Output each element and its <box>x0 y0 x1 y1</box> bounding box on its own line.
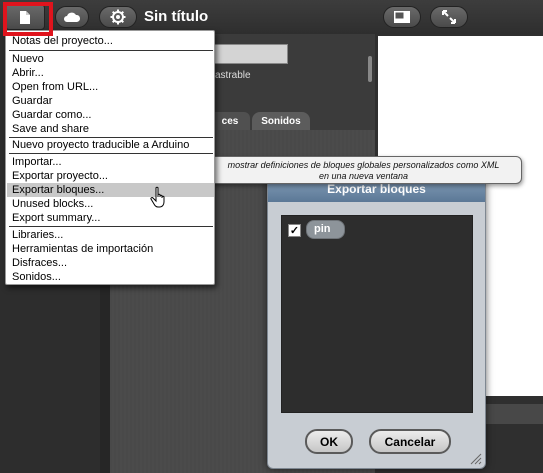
ok-button[interactable]: OK <box>305 429 353 454</box>
gear-icon <box>110 9 126 25</box>
settings-button[interactable] <box>99 6 137 28</box>
menu-item-save[interactable]: Guardar <box>12 94 214 108</box>
menu-item-save-as[interactable]: Guardar como... <box>12 108 214 122</box>
file-menu-button[interactable] <box>5 4 45 30</box>
export-blocks-dialog: Exportar bloques ✓ pin OK Cancelar <box>267 179 486 469</box>
block-checkbox-pin[interactable]: ✓ <box>288 224 301 237</box>
menu-separator <box>9 153 213 154</box>
menu-item-new-arduino-project[interactable]: Nuevo proyecto traducible a Arduino <box>12 138 214 152</box>
file-icon <box>20 10 30 24</box>
menu-item-sounds[interactable]: Sonidos... <box>12 270 214 284</box>
dialog-title: Exportar bloques <box>327 182 426 196</box>
block-pin: pin <box>306 220 345 239</box>
tooltip: mostrar definiciones de bloques globales… <box>205 156 522 184</box>
project-title: Sin título <box>144 8 209 25</box>
tab-costumes[interactable]: ces <box>210 112 250 130</box>
menu-item-export-blocks[interactable]: Exportar bloques... <box>7 183 214 197</box>
draggable-label: astrable <box>215 70 251 81</box>
menu-item-import-tools[interactable]: Herramientas de importación <box>12 242 214 256</box>
top-toolbar: Sin título <box>0 0 543 34</box>
menu-separator <box>9 226 213 227</box>
menu-item-open[interactable]: Abrir... <box>12 66 214 80</box>
cloud-button[interactable] <box>55 6 89 28</box>
menu-item-open-url[interactable]: Open from URL... <box>12 80 214 94</box>
sprite-name-field[interactable] <box>210 44 288 64</box>
tooltip-line-1: mostrar definiciones de bloques globales… <box>227 160 500 170</box>
blocks-list: ✓ pin <box>281 215 473 413</box>
fullscreen-button[interactable] <box>430 6 468 28</box>
file-menu: Notas del proyecto... Nuevo Abrir... Ope… <box>5 30 215 285</box>
menu-item-unused-blocks[interactable]: Unused blocks... <box>12 197 214 211</box>
menu-separator <box>9 50 213 51</box>
corral-scrollbar[interactable] <box>368 56 372 82</box>
cloud-icon <box>64 12 81 22</box>
cancel-button[interactable]: Cancelar <box>369 429 451 454</box>
menu-item-project-notes[interactable]: Notas del proyecto... <box>12 34 214 48</box>
menu-item-new[interactable]: Nuevo <box>12 52 214 66</box>
resize-grip-icon[interactable] <box>468 451 482 465</box>
menu-item-import[interactable]: Importar... <box>12 155 214 169</box>
tab-sounds[interactable]: Sonidos <box>252 112 310 130</box>
menu-item-libraries[interactable]: Libraries... <box>12 228 214 242</box>
stage-size-button[interactable] <box>383 6 421 28</box>
sprite-corral-strip <box>485 404 543 424</box>
tooltip-line-2: en una nueva ventana <box>318 171 409 181</box>
menu-item-export-summary[interactable]: Export summary... <box>12 211 214 225</box>
stage-size-icon <box>394 11 410 23</box>
menu-item-export-project[interactable]: Exportar proyecto... <box>12 169 214 183</box>
menu-item-costumes[interactable]: Disfraces... <box>12 256 214 270</box>
hand-cursor-icon <box>150 186 165 208</box>
fullscreen-icon <box>442 10 456 24</box>
menu-item-save-and-share[interactable]: Save and share <box>12 122 214 136</box>
